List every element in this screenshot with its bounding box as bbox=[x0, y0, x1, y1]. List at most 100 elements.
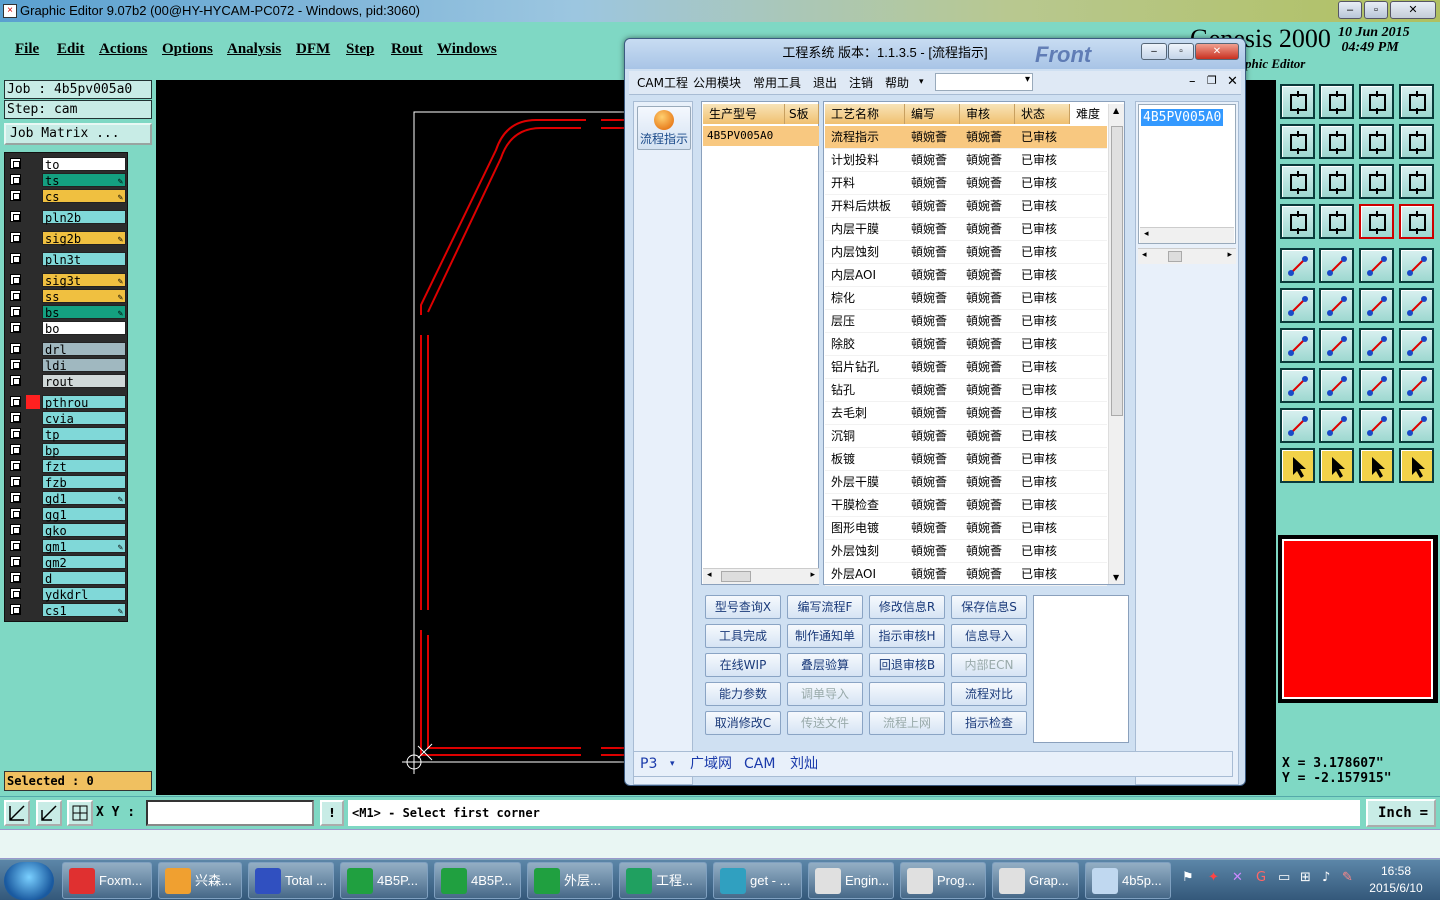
process-row[interactable]: 干膜检查 頓婉薈 頓婉薈 已审核 bbox=[825, 494, 1107, 517]
action-button[interactable]: 调单导入 bbox=[787, 682, 863, 706]
layer-row[interactable]: d bbox=[8, 571, 126, 586]
net-highlight-icon[interactable] bbox=[1399, 204, 1434, 239]
proc-header-status[interactable]: 状态 bbox=[1015, 104, 1070, 124]
menu-actions[interactable]: Actions bbox=[99, 41, 147, 58]
layer-name[interactable]: cvia bbox=[42, 411, 126, 426]
maximize-button[interactable]: ▫ bbox=[1364, 1, 1388, 19]
distance-icon[interactable] bbox=[1359, 368, 1394, 403]
layer-name[interactable]: sig2b ✎ bbox=[42, 231, 126, 246]
layer-name[interactable]: ydkdrl bbox=[42, 587, 126, 602]
action-button[interactable]: 信息导入 bbox=[951, 624, 1027, 648]
units-selector[interactable]: Inch = bbox=[1366, 799, 1436, 827]
layer-checkbox[interactable] bbox=[10, 540, 21, 551]
taskbar-button[interactable]: 4B5P... bbox=[340, 862, 428, 899]
process-row[interactable]: 计划投料 頓婉薈 頓婉薈 已审核 bbox=[825, 149, 1107, 172]
proc-header-difficulty[interactable]: 难度 bbox=[1070, 104, 1108, 124]
layer-row[interactable]: ts ✎ bbox=[8, 173, 126, 188]
layer-row[interactable]: pthrou bbox=[8, 395, 126, 410]
menu-options[interactable]: Options bbox=[162, 41, 213, 58]
layer-name[interactable]: gko bbox=[42, 523, 126, 538]
layer-name[interactable]: drl bbox=[42, 342, 126, 357]
layer-checkbox[interactable] bbox=[10, 211, 21, 222]
close-button[interactable]: ✕ bbox=[1390, 1, 1436, 19]
menu-edit[interactable]: Edit bbox=[57, 41, 85, 58]
action-button[interactable]: 流程对比 bbox=[951, 682, 1027, 706]
action-button[interactable]: 型号查询X bbox=[705, 595, 781, 619]
cross-icon[interactable] bbox=[1319, 288, 1354, 323]
layer-checkbox[interactable] bbox=[10, 396, 21, 407]
layer-name[interactable]: gd1 ✎ bbox=[42, 491, 126, 506]
process-row[interactable]: 板镀 頓婉薈 頓婉薈 已审核 bbox=[825, 448, 1107, 471]
process-row[interactable]: 沉铜 頓婉薈 頓婉薈 已审核 bbox=[825, 425, 1107, 448]
line-node-icon[interactable] bbox=[1359, 288, 1394, 323]
layer-checkbox[interactable] bbox=[10, 508, 21, 519]
flip-icon[interactable] bbox=[1359, 124, 1394, 159]
menu-file[interactable]: File bbox=[15, 41, 39, 58]
layer-name[interactable]: fzt bbox=[42, 459, 126, 474]
slash-icon[interactable] bbox=[1319, 328, 1354, 363]
right-model-list[interactable]: 4B5PV005A0 ◂ bbox=[1138, 104, 1236, 244]
layer-row[interactable]: bo bbox=[8, 321, 126, 336]
process-row[interactable]: 钻孔 頓婉薈 頓婉薈 已审核 bbox=[825, 379, 1107, 402]
process-row[interactable]: 层压 頓婉薈 頓婉薈 已审核 bbox=[825, 310, 1107, 333]
process-row[interactable]: 外层AOI 頓婉薈 頓婉薈 已审核 bbox=[825, 563, 1107, 586]
layer-checkbox[interactable] bbox=[10, 322, 21, 333]
tray-g-icon[interactable]: G bbox=[1256, 870, 1266, 885]
note-box[interactable] bbox=[1033, 595, 1129, 743]
alert-button[interactable]: ! bbox=[320, 800, 344, 826]
action-button[interactable]: 流程上网 bbox=[869, 711, 945, 735]
dialog-maximize-button[interactable]: ▫ bbox=[1168, 43, 1194, 60]
layer-checkbox[interactable] bbox=[10, 444, 21, 455]
layer-row[interactable]: gm1 ✎ bbox=[8, 539, 126, 554]
layer-checkbox[interactable] bbox=[10, 174, 21, 185]
tray-network-icon[interactable]: ⊞ bbox=[1300, 870, 1311, 885]
proc-header-reviewer[interactable]: 审核 bbox=[960, 104, 1015, 124]
layer-row[interactable]: gg1 bbox=[8, 507, 126, 522]
layer-checkbox[interactable] bbox=[10, 572, 21, 583]
copy-icon[interactable] bbox=[1399, 368, 1434, 403]
process-row[interactable]: 开料 頓婉薈 頓婉薈 已审核 bbox=[825, 172, 1107, 195]
process-row[interactable]: 图形电镀 頓婉薈 頓婉薈 已审核 bbox=[825, 517, 1107, 540]
fit-icon[interactable] bbox=[1280, 164, 1315, 199]
dialog-close-button[interactable]: ✕ bbox=[1195, 43, 1239, 60]
tray-clock[interactable]: 16:58 2015/6/10 bbox=[1356, 863, 1436, 897]
layer-row[interactable]: fzb bbox=[8, 475, 126, 490]
tray-app-icon[interactable]: ✦ bbox=[1208, 870, 1219, 885]
action-button[interactable] bbox=[869, 682, 945, 706]
action-button[interactable]: 叠层验算 bbox=[787, 653, 863, 677]
layer-checkbox[interactable] bbox=[10, 524, 21, 535]
proc-header-name[interactable]: 工艺名称 bbox=[825, 104, 905, 124]
mdi-restore-icon[interactable]: ❐ bbox=[1207, 74, 1217, 87]
minus-icon[interactable] bbox=[1319, 368, 1354, 403]
dmenu-common[interactable]: 公用模块 bbox=[693, 74, 741, 91]
rotate-icon[interactable] bbox=[1359, 328, 1394, 363]
layer-row[interactable]: tp bbox=[8, 427, 126, 442]
menu-rout[interactable]: Rout bbox=[391, 41, 423, 58]
layer-row[interactable]: ydkdrl bbox=[8, 587, 126, 602]
snap-icon[interactable] bbox=[4, 800, 30, 826]
grid-toggle-icon[interactable] bbox=[1319, 204, 1354, 239]
measure-icon[interactable] bbox=[36, 800, 62, 826]
action-button[interactable]: 编写流程F bbox=[787, 595, 863, 619]
layer-checkbox[interactable] bbox=[10, 290, 21, 301]
taskbar-button[interactable]: Engin... bbox=[808, 862, 894, 899]
layer-name[interactable]: rout bbox=[42, 374, 126, 389]
pointer-circle-icon[interactable] bbox=[1359, 448, 1394, 483]
taskbar-button[interactable]: 4B5P... bbox=[434, 862, 521, 899]
layer-name[interactable]: d bbox=[42, 571, 126, 586]
pointer-icon[interactable] bbox=[1280, 448, 1315, 483]
feature-icon[interactable] bbox=[1399, 328, 1434, 363]
action-button[interactable]: 回退审核B bbox=[869, 653, 945, 677]
process-row[interactable]: 流程指示 頓婉薈 頓婉薈 已审核 bbox=[825, 126, 1107, 149]
action-button[interactable]: 修改信息R bbox=[869, 595, 945, 619]
tray-volume-icon[interactable]: ♪ bbox=[1322, 870, 1330, 885]
layer-row[interactable]: pln3t bbox=[8, 252, 126, 267]
layer-name[interactable]: bp bbox=[42, 443, 126, 458]
layer-name[interactable]: pthrou bbox=[42, 395, 126, 410]
pan-left-icon[interactable] bbox=[1280, 124, 1315, 159]
layer-name[interactable]: pln3t bbox=[42, 252, 126, 267]
layer-row[interactable]: ss ✎ bbox=[8, 289, 126, 304]
taskbar-button[interactable]: get - ... bbox=[713, 862, 802, 899]
action-button[interactable]: 内部ECN bbox=[951, 653, 1027, 677]
layer-row[interactable]: cs ✎ bbox=[8, 189, 126, 204]
